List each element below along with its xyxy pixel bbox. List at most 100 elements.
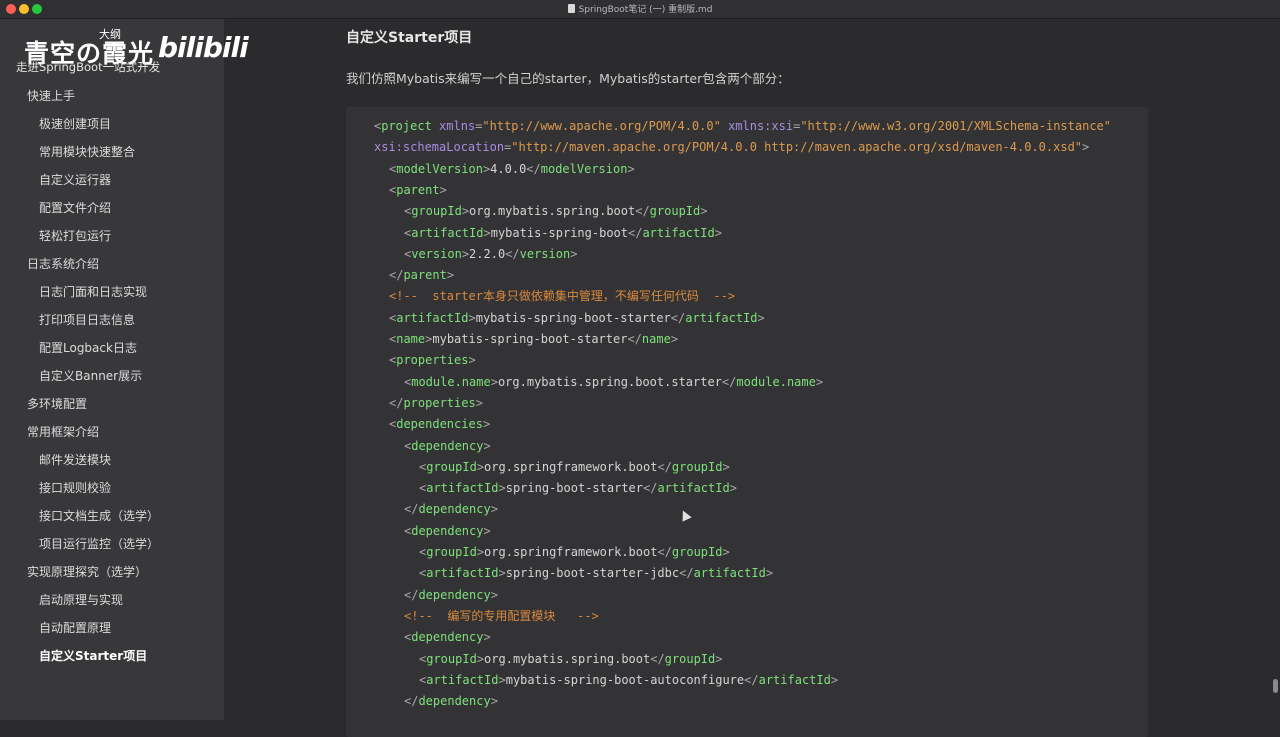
code-token: module.name (736, 374, 816, 389)
code-token: dependency (418, 694, 491, 709)
code-token: mybatis-spring-boot-autoconfigure (505, 672, 745, 687)
code-line: <artifactId>spring-boot-starter-jdbc</ar… (419, 566, 773, 580)
code-token: > (729, 481, 737, 496)
code-token: artifactId (657, 481, 730, 496)
outline-item[interactable]: 多环境配置 (27, 395, 87, 412)
code-token: > (627, 161, 635, 176)
code-token: dependency (411, 438, 484, 453)
code-token: properties (403, 395, 476, 410)
code-token: org.springframework.boot (484, 545, 658, 559)
code-token: artifactId (396, 310, 469, 325)
code-token: groupId (426, 545, 477, 559)
code-token: groupId (426, 459, 477, 474)
outline-item[interactable]: 极速创建项目 (39, 115, 111, 132)
outline-item[interactable]: 自动配置原理 (39, 619, 111, 636)
code-line: <module.name>org.mybatis.spring.boot.sta… (404, 375, 823, 389)
code-token: > (715, 651, 723, 666)
code-line: <groupId>org.mybatis.spring.boot</groupI… (404, 204, 707, 218)
outline-item[interactable]: 自定义Starter项目 (39, 647, 147, 664)
code-token: module.name (411, 374, 491, 389)
code-token: artifactId (693, 566, 766, 581)
code-block[interactable]: <project xmlns="http://www.apache.org/PO… (346, 107, 1148, 737)
outline-item[interactable]: 轻松打包运行 (39, 227, 111, 244)
code-token: artifactId (411, 225, 484, 240)
code-token: </ (650, 651, 665, 666)
code-token: </ (635, 204, 650, 219)
code-token: </ (505, 246, 520, 261)
code-line: </dependency> (404, 694, 498, 708)
code-token: groupId (411, 204, 462, 219)
code-token: mybatis-spring-boot (490, 225, 628, 240)
outline-item[interactable]: 自定义Banner展示 (39, 367, 142, 384)
code-token: > (570, 246, 578, 261)
scrollbar-thumb[interactable] (1273, 679, 1278, 693)
window-title-text: SpringBoot笔记 (一) 重制版.md (578, 5, 713, 15)
code-line: <artifactId>spring-boot-starter</artifac… (419, 481, 737, 495)
outline-item[interactable]: 日志系统介绍 (27, 255, 99, 272)
outline-sidebar: 青空の霞光 大纲 走进SpringBoot一站式开发 bilibili 快速上手… (0, 19, 249, 720)
code-token: > (670, 332, 679, 346)
code-token: > (483, 225, 491, 240)
code-token: </ (744, 672, 759, 687)
code-token: > (439, 182, 447, 197)
code-token: </ (657, 459, 672, 474)
outline-item[interactable]: 打印项目日志信息 (39, 311, 135, 328)
outline-item[interactable]: 配置文件介绍 (39, 199, 111, 216)
code-token: 4.0.0 (490, 161, 527, 176)
code-token: > (1082, 140, 1090, 155)
code-token: </ (526, 161, 541, 176)
code-token: name (396, 332, 426, 346)
code-line: </dependency> (404, 502, 498, 516)
code-token: properties (396, 353, 469, 368)
code-token: groupId (426, 651, 477, 666)
code-token: artifactId (426, 566, 499, 581)
code-token: </ (627, 332, 642, 346)
code-token: </ (679, 566, 694, 581)
code-line: <version>2.2.0</version> (404, 247, 577, 261)
code-token: > (498, 672, 506, 687)
code-token: </ (389, 395, 404, 410)
outline-item[interactable]: 邮件发送模块 (39, 451, 111, 468)
document-icon (567, 4, 575, 13)
code-token: spring-boot-starter (505, 481, 643, 496)
code-token: > (490, 374, 498, 389)
code-token: > (483, 523, 491, 538)
outline-item[interactable]: 自定义运行器 (39, 171, 111, 188)
code-line: <dependencies> (389, 417, 490, 431)
code-token: project (381, 119, 432, 133)
outline-item[interactable]: 快速上手 (27, 87, 75, 104)
outline-item[interactable]: 项目运行监控（选学） (39, 535, 159, 552)
code-token: dependency (411, 523, 484, 538)
title-bar: SpringBoot笔记 (一) 重制版.md (0, 0, 1280, 19)
code-token: > (475, 395, 483, 410)
outline-item[interactable]: 常用框架介绍 (27, 423, 99, 440)
code-token: dependency (411, 630, 484, 645)
code-token: > (700, 204, 708, 219)
code-token: spring-boot-starter-jdbc (505, 566, 680, 581)
outline-item[interactable]: 常用模块快速整合 (39, 143, 135, 160)
outline-item[interactable]: 接口规则校验 (39, 479, 111, 496)
watermark-subtitle: 走进SpringBoot一站式开发 (16, 60, 161, 74)
code-token: > (722, 545, 730, 559)
code-token: > (461, 246, 470, 261)
code-token: version (411, 246, 462, 261)
code-token: > (714, 225, 722, 240)
code-token: <!-- 编写的专用配置模块 --> (404, 608, 599, 623)
code-line: </dependency> (404, 588, 498, 602)
outline-item[interactable]: 日志门面和日志实现 (39, 283, 147, 300)
code-line: <artifactId>mybatis-spring-boot-starter<… (389, 311, 765, 325)
outline-item[interactable]: 配置Logback日志 (39, 339, 137, 356)
outline-item[interactable]: 接口文档生成（选学） (39, 507, 159, 524)
code-token: > (490, 502, 498, 517)
outline-item[interactable]: 实现原理探究（选学） (27, 563, 147, 580)
code-token: modelVersion (540, 161, 628, 176)
code-token: > (476, 459, 485, 474)
code-token: xmlns (439, 119, 476, 133)
code-token: > (815, 374, 824, 389)
outline-item[interactable]: 启动原理与实现 (39, 591, 123, 608)
code-line: <groupId>org.springframework.boot</group… (419, 460, 730, 474)
code-token: dependencies (396, 417, 483, 432)
code-token: "http://maven.apache.org/POM/4.0.0 http:… (511, 140, 1083, 155)
code-token: > (722, 459, 730, 474)
